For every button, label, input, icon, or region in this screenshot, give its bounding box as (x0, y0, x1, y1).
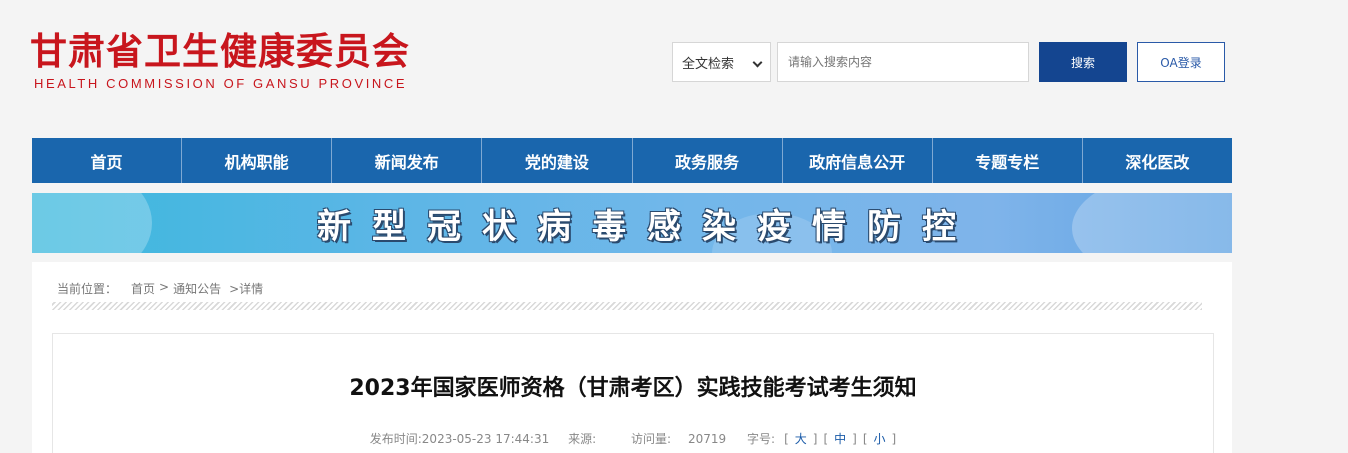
breadcrumb-current: >详情 (229, 282, 264, 296)
views-label: 访问量: (630, 432, 671, 446)
bracket: ] (812, 432, 818, 446)
search-input[interactable] (777, 42, 1029, 82)
breadcrumb: 当前位置： 首页 > 通知公告 >详情 (57, 280, 265, 297)
nav-item-reform[interactable]: 深化医改 (1083, 138, 1232, 183)
nav-item-disclosure[interactable]: 政府信息公开 (783, 138, 933, 183)
font-size-medium-button[interactable]: 中 (834, 432, 846, 446)
source-label: 来源: (568, 432, 597, 446)
content-panel: 当前位置： 首页 > 通知公告 >详情 2023年国家医师资格（甘肃考区）实践技… (32, 262, 1232, 453)
publish-time: 2023-05-23 17:44:31 (421, 432, 550, 446)
font-size-small-button[interactable]: 小 (874, 432, 886, 446)
search-button[interactable]: 搜索 (1039, 42, 1127, 82)
fontsize-label: 字号: (747, 432, 776, 446)
publish-label: 发布时间: (369, 432, 422, 446)
article: 2023年国家医师资格（甘肃考区）实践技能考试考生须知 发布时间:2023-05… (52, 333, 1214, 453)
article-title: 2023年国家医师资格（甘肃考区）实践技能考试考生须知 (349, 376, 917, 401)
nav-item-topics[interactable]: 专题专栏 (933, 138, 1083, 183)
nav-item-home[interactable]: 首页 (32, 138, 183, 183)
nav-item-party[interactable]: 党的建设 (482, 138, 633, 183)
chevron-down-icon (752, 57, 763, 68)
breadcrumb-notices[interactable]: 通知公告 (173, 280, 221, 297)
nav-item-organization[interactable]: 机构职能 (182, 138, 333, 183)
nav-item-news[interactable]: 新闻发布 (332, 138, 483, 183)
logo-title-en: HEALTH COMMISSION OF GANSU PROVINCE (34, 76, 408, 91)
search-bar: 全文检索 (672, 42, 1029, 82)
search-scope-label: 全文检索 (682, 56, 735, 72)
nav-item-services[interactable]: 政务服务 (633, 138, 783, 183)
views-count: 20719 (688, 432, 727, 446)
bracket: ] (852, 432, 857, 446)
font-size-large-button[interactable]: 大 (795, 432, 807, 446)
covid-banner[interactable]: 新型冠状病毒感染疫情防控 (32, 193, 1232, 253)
article-meta: 发布时间:2023-05-23 17:44:31 来源: 访问量: 20719 字… (53, 430, 1213, 447)
breadcrumb-home[interactable]: 首页 (131, 280, 155, 297)
bracket: [ (862, 432, 868, 446)
banner-title: 新型冠状病毒感染疫情防控 (317, 206, 977, 247)
search-scope-select[interactable]: 全文检索 (672, 42, 771, 82)
bracket: [ (823, 432, 829, 446)
bracket: ] (891, 432, 897, 446)
breadcrumb-separator: > (159, 280, 170, 294)
site-logo[interactable]: 甘肃省卫生健康委员会 HEALTH COMMISSION OF GANSU PR… (30, 30, 410, 91)
main-nav: 首页 机构职能 新闻发布 党的建设 政务服务 政府信息公开 专题专栏 深化医改 (32, 138, 1232, 183)
logo-title-cn: 甘肃省卫生健康委员会 (30, 30, 410, 73)
breadcrumb-label: 当前位置： (57, 282, 118, 296)
divider (52, 302, 1202, 310)
bracket: [ (784, 432, 789, 446)
oa-login-button[interactable]: OA登录 (1137, 42, 1225, 82)
